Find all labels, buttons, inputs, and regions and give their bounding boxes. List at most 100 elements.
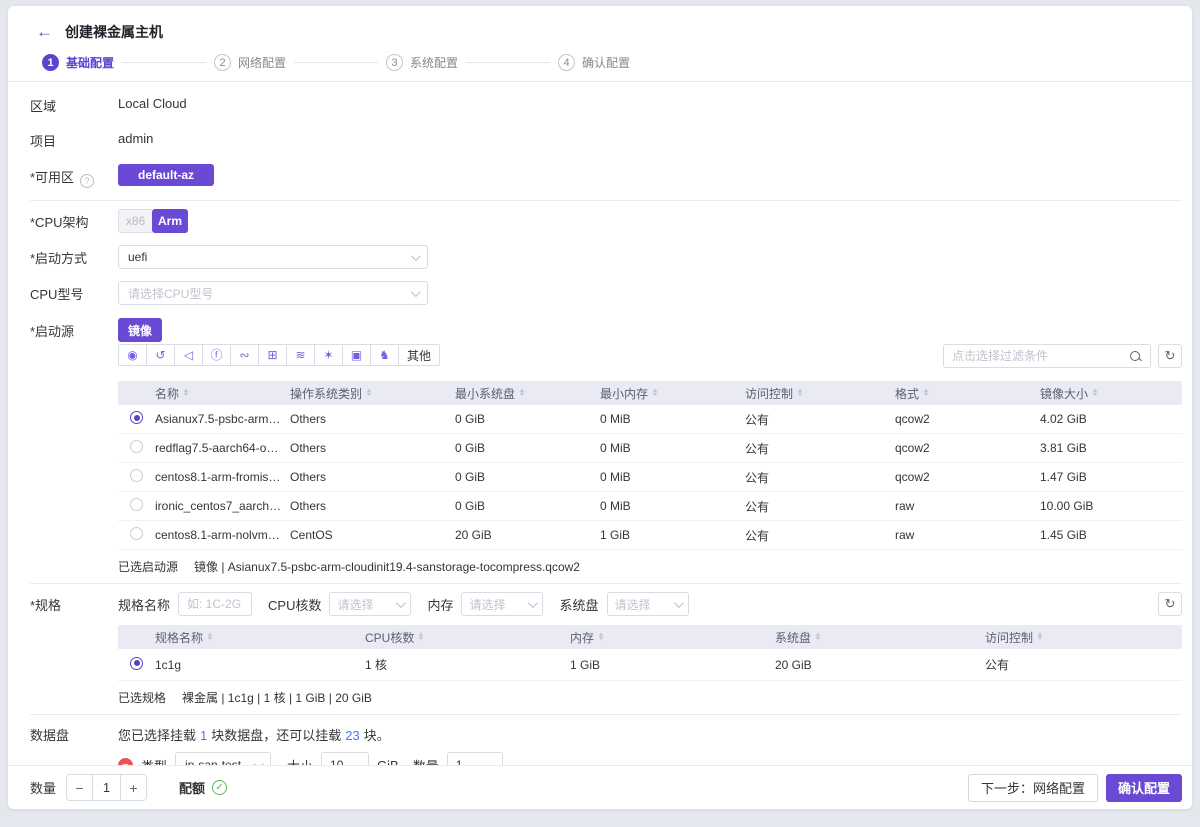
arch-x86-option[interactable]: x86 [118, 209, 152, 233]
image-min-mem: 0 MiB [600, 441, 745, 455]
arch-arm-option[interactable]: Arm [152, 209, 188, 233]
count-label: 数量 [30, 778, 56, 797]
os-tab-kylin[interactable]: ✶ [314, 344, 343, 366]
step-system-config[interactable]: 3 系统配置 [386, 54, 458, 71]
image-name: centos8.1-arm-fromiso-nolvm-TS... [155, 470, 290, 484]
radio-unselected[interactable] [130, 498, 143, 511]
image-min-disk: 0 GiB [455, 499, 600, 513]
page-title: 创建裸金属主机 [65, 22, 163, 42]
spec-mem-placeholder: 请选择 [469, 596, 505, 613]
spec-label: *规格 [30, 592, 118, 714]
sort-icon[interactable]: ▲▼ [418, 633, 424, 641]
image-format: qcow2 [895, 441, 1040, 455]
image-filter-input[interactable] [952, 349, 1129, 363]
radio-selected[interactable] [130, 657, 143, 670]
sort-icon[interactable]: ▲▼ [923, 389, 929, 397]
radio-unselected[interactable] [130, 527, 143, 540]
az-default-az-button[interactable]: default-az [118, 164, 214, 186]
disk-size-unit: GiB [377, 758, 399, 766]
table-row[interactable]: Asianux7.5-psbc-arm-cloudinit19... Other… [118, 405, 1182, 434]
boot-mode-select[interactable]: uefi [118, 245, 428, 269]
help-icon[interactable]: ? [80, 174, 94, 188]
image-filter-searchbox [943, 344, 1151, 368]
image-min-mem: 1 GiB [600, 528, 745, 542]
data-disk-row: − 类型 ip-san-test 大小 GiB 数量 [118, 752, 1182, 765]
radio-unselected[interactable] [130, 440, 143, 453]
sort-icon[interactable]: ▲▼ [815, 633, 821, 641]
os-tab-debian[interactable]: ◁ [174, 344, 203, 366]
step-basic-config[interactable]: 1 基础配置 [42, 54, 114, 71]
page-header: ← 创建裸金属主机 1 基础配置 2 网络配置 3 系统配置 4 确认配置 [8, 6, 1192, 81]
col-name: 名称 [155, 385, 179, 402]
step-network-config[interactable]: 2 网络配置 [214, 54, 286, 71]
os-tab-ubuntu[interactable]: ↺ [146, 344, 175, 366]
step-confirm-config[interactable]: 4 确认配置 [558, 54, 630, 71]
sort-icon[interactable]: ▲▼ [1092, 389, 1098, 397]
sort-icon[interactable]: ▲▼ [652, 389, 658, 397]
step-bar: 1 基础配置 2 网络配置 3 系统配置 4 确认配置 [42, 54, 1164, 71]
step-label: 网络配置 [238, 54, 286, 71]
step-connector [466, 62, 550, 63]
boot-source-image-button[interactable]: 镜像 [118, 318, 162, 342]
step-label: 基础配置 [66, 54, 114, 71]
sort-icon[interactable]: ▲▼ [797, 389, 803, 397]
debian-icon: ◁ [184, 349, 193, 361]
table-row[interactable]: 1c1g 1 核 1 GiB 20 GiB 公有 [118, 649, 1182, 681]
quantity-input[interactable] [92, 775, 121, 800]
back-arrow-icon[interactable]: ← [36, 23, 53, 41]
confirm-config-button[interactable]: 确认配置 [1106, 774, 1182, 802]
bottom-bar: 数量 − + 配额 ✓ 下一步：网络配置 确认配置 [8, 765, 1192, 809]
os-tab-openeuler[interactable]: ∾ [230, 344, 259, 366]
cpu-arch-segmented: x86 Arm [118, 209, 188, 233]
refresh-button[interactable]: ↻ [1158, 344, 1182, 368]
os-tab-fedora[interactable]: ⓕ [202, 344, 231, 366]
disk-size-input[interactable] [321, 752, 369, 765]
os-tab-uos[interactable]: ▣ [342, 344, 371, 366]
sort-icon[interactable]: ▲▼ [207, 633, 213, 641]
image-access: 公有 [745, 411, 895, 428]
spec-cpu-select[interactable]: 请选择 [329, 592, 411, 616]
data-disk-hint: 您已选择挂载1块数据盘，还可以挂载23块。 [118, 725, 1182, 744]
image-min-mem: 0 MiB [600, 499, 745, 513]
table-row[interactable]: ironic_centos7_aarch64_ft2000_... Others… [118, 492, 1182, 521]
disk-type-value: ip-san-test [185, 758, 241, 765]
search-icon[interactable] [1129, 350, 1142, 363]
spec-disk-select[interactable]: 请选择 [607, 592, 689, 616]
divider [30, 714, 1182, 715]
radio-selected[interactable] [130, 411, 143, 424]
sort-icon[interactable]: ▲▼ [598, 633, 604, 641]
remove-disk-icon[interactable]: − [118, 758, 133, 766]
kylin-icon: ✶ [323, 349, 333, 361]
os-tab-centos[interactable]: ◉ [118, 344, 147, 366]
increment-button[interactable]: + [121, 775, 146, 800]
sort-icon[interactable]: ▲▼ [519, 389, 525, 397]
table-row[interactable]: centos8.1-arm-nolvm-TS200_22... CentOS 2… [118, 521, 1182, 550]
col-spec-name: 规格名称 [155, 629, 203, 646]
spec-name-input[interactable] [178, 592, 252, 616]
spec-mem-label: 内存 [427, 595, 453, 614]
decrement-button[interactable]: − [67, 775, 92, 800]
radio-unselected[interactable] [130, 469, 143, 482]
sort-icon[interactable]: ▲▼ [1037, 633, 1043, 641]
disk-type-select[interactable]: ip-san-test [175, 752, 271, 765]
cpu-model-select[interactable]: 请选择CPU型号 [118, 281, 428, 305]
col-spec-disk: 系统盘 [775, 629, 811, 646]
os-tab-suse[interactable]: ♞ [370, 344, 399, 366]
sort-icon[interactable]: ▲▼ [183, 389, 189, 397]
os-filter-tabs: ◉ ↺ ◁ ⓕ ∾ ⊞ ≋ ✶ ▣ ♞ 其他 [118, 344, 440, 366]
os-tab-opensuse[interactable]: ≋ [286, 344, 315, 366]
chevron-down-icon [411, 287, 421, 297]
image-table: 名称▲▼ 操作系统类别▲▼ 最小系统盘▲▼ 最小内存▲▼ 访问控制▲▼ 格式▲▼… [118, 381, 1182, 550]
os-tab-other[interactable]: 其他 [398, 344, 440, 366]
spec-refresh-button[interactable]: ↻ [1158, 592, 1182, 616]
image-name: Asianux7.5-psbc-arm-cloudinit19... [155, 412, 290, 426]
sort-icon[interactable]: ▲▼ [366, 389, 372, 397]
table-row[interactable]: centos8.1-arm-fromiso-nolvm-TS... Others… [118, 463, 1182, 492]
opensuse-icon: ≋ [295, 349, 305, 361]
os-tab-windows[interactable]: ⊞ [258, 344, 287, 366]
next-step-button[interactable]: 下一步：网络配置 [968, 774, 1098, 802]
table-row[interactable]: redflag7.5-aarch64-os_release_c... Other… [118, 434, 1182, 463]
spec-mem-select[interactable]: 请选择 [461, 592, 543, 616]
disk-count-input[interactable] [447, 752, 503, 765]
image-size: 1.47 GiB [1040, 470, 1182, 484]
